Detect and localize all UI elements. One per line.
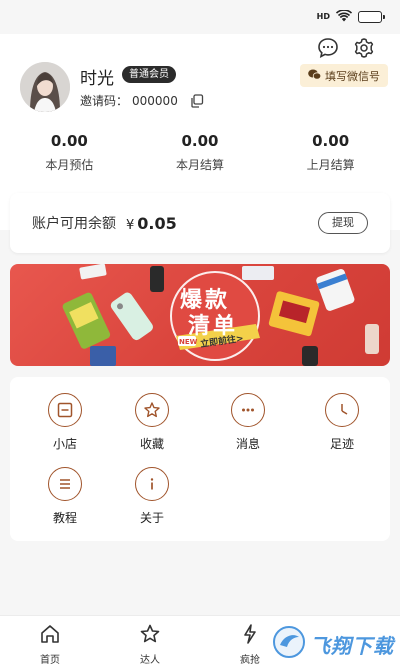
lightning-icon: [239, 624, 261, 648]
stat-value: 0.00: [50, 132, 88, 150]
menu-item-tutorial[interactable]: 教程: [30, 467, 100, 526]
stat-month-estimate[interactable]: 0.00 本月预估: [14, 132, 124, 173]
currency-symbol: ¥: [126, 217, 135, 233]
chat-icon[interactable]: [316, 36, 340, 60]
copy-icon[interactable]: [190, 93, 204, 108]
earnings-stats: 0.00 本月预估 0.00 本月结算 0.00 上月结算: [0, 132, 400, 173]
tab-label: 达人: [140, 655, 160, 666]
stat-value: 0.00: [312, 132, 350, 150]
gear-icon[interactable]: [352, 36, 376, 60]
menu-item-messages[interactable]: 消息: [213, 393, 283, 452]
menu-label: 收藏: [139, 437, 164, 451]
status-bar: HD: [0, 0, 400, 34]
menu-item-shop[interactable]: 小店: [30, 393, 100, 452]
bottom-tab-bar: 首页 达人 疯抢 飞翔下载: [0, 615, 400, 667]
tab-home[interactable]: 首页: [0, 616, 100, 667]
shop-icon: [48, 393, 82, 427]
star-icon: [139, 624, 161, 648]
stat-value: 0.00: [181, 132, 219, 150]
fill-wechat-button[interactable]: 填写微信号: [300, 64, 388, 87]
watermark-text: 飞翔下载: [310, 633, 394, 658]
stat-label: 本月结算: [175, 158, 224, 172]
tab-label: 首页: [40, 655, 60, 666]
stat-label: 本月预估: [45, 158, 94, 172]
home-icon: [39, 624, 61, 648]
member-badge: 普通会员: [122, 66, 176, 83]
menu-label: 小店: [52, 437, 77, 451]
wifi-icon: [335, 8, 353, 25]
menu-label: 教程: [52, 511, 77, 525]
menu-item-about[interactable]: 关于: [117, 467, 187, 526]
balance-value: 0.05: [137, 213, 177, 233]
info-icon: [135, 467, 169, 501]
menu-grid: 小店 收藏 消息 足迹 教程 关于: [10, 377, 390, 541]
clock-icon: [325, 393, 359, 427]
wechat-icon: [308, 69, 322, 83]
menu-label: 足迹: [329, 437, 354, 451]
menu-label: 关于: [139, 511, 164, 525]
stat-last-month-settled[interactable]: 0.00 上月结算: [276, 132, 386, 173]
invite-code-value: 000000: [132, 93, 178, 108]
star-icon: [135, 393, 169, 427]
invite-code-label: 邀请码：: [80, 94, 129, 108]
stat-month-settled[interactable]: 0.00 本月结算: [145, 132, 255, 173]
header-actions: [316, 36, 376, 60]
list-icon: [48, 467, 82, 501]
balance-card: 账户可用余额 ¥0.05 提现: [10, 193, 390, 253]
banner-new-badge: NEW: [179, 338, 198, 346]
network-indicator: HD: [316, 12, 330, 21]
battery-icon: [358, 11, 385, 23]
invite-code-row: 邀请码： 000000: [80, 92, 204, 109]
tab-label: 疯抢: [240, 655, 260, 666]
menu-item-favorites[interactable]: 收藏: [117, 393, 187, 452]
promo-banner[interactable]: 爆款 清单 NEW 立即前往>: [10, 264, 390, 366]
user-name: 时光: [80, 69, 114, 89]
menu-item-history[interactable]: 足迹: [307, 393, 377, 452]
balance-label: 账户可用余额: [32, 216, 116, 232]
tab-influencer[interactable]: 达人: [100, 616, 200, 667]
withdraw-button[interactable]: 提现: [318, 212, 368, 234]
balance-amount: ¥0.05: [126, 214, 177, 233]
watermark: 飞翔下载: [272, 625, 394, 663]
message-icon: [231, 393, 265, 427]
stat-label: 上月结算: [306, 158, 355, 172]
avatar[interactable]: [20, 62, 70, 112]
fill-wechat-label: 填写微信号: [325, 69, 380, 83]
watermark-logo-icon: [272, 625, 306, 663]
menu-label: 消息: [235, 437, 260, 451]
